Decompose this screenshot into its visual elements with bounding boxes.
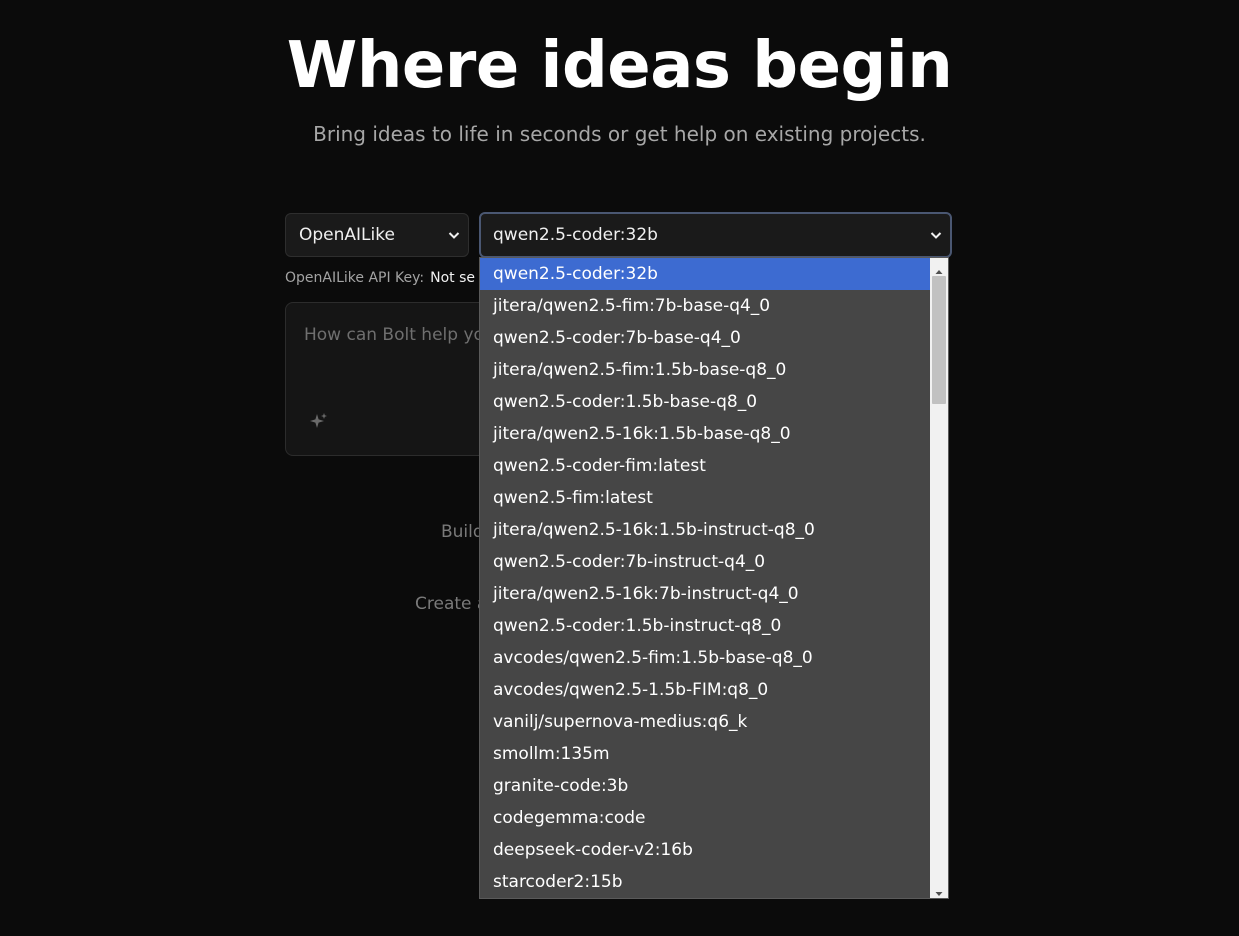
chevron-down-icon <box>930 214 942 256</box>
dropdown-option[interactable]: qwen2.5-coder:7b-instruct-q4_0 <box>480 546 931 578</box>
dropdown-option[interactable]: qwen2.5-fim:latest <box>480 482 931 514</box>
chevron-down-icon <box>448 214 460 256</box>
scroll-up-arrow-icon[interactable] <box>934 262 944 274</box>
dropdown-option[interactable]: jitera/qwen2.5-fim:7b-base-q4_0 <box>480 290 931 322</box>
dropdown-options: qwen2.5-coder:32b jitera/qwen2.5-fim:7b-b… <box>480 258 931 898</box>
background-text-create: Create a <box>415 594 488 614</box>
model-dropdown-list[interactable]: qwen2.5-coder:32b jitera/qwen2.5-fim:7b-b… <box>479 257 949 899</box>
dropdown-option[interactable]: avcodes/qwen2.5-1.5b-FIM:q8_0 <box>480 674 931 706</box>
api-key-label: OpenAILike API Key: <box>285 270 425 286</box>
prompt-placeholder: How can Bolt help you <box>304 325 495 345</box>
scroll-down-arrow-icon[interactable] <box>934 884 944 896</box>
scrollbar[interactable] <box>930 258 948 898</box>
provider-select-value: OpenAILike <box>299 225 395 245</box>
dropdown-option[interactable]: jitera/qwen2.5-16k:7b-instruct-q4_0 <box>480 578 931 610</box>
dropdown-option[interactable]: avcodes/qwen2.5-fim:1.5b-base-q8_0 <box>480 642 931 674</box>
provider-select[interactable]: OpenAILike <box>285 213 469 257</box>
hero-title: Where ideas begin <box>286 29 953 103</box>
dropdown-option[interactable]: qwen2.5-coder:1.5b-instruct-q8_0 <box>480 610 931 642</box>
dropdown-option[interactable]: granite-code:3b <box>480 770 931 802</box>
api-key-value[interactable]: Not se <box>430 270 475 286</box>
model-select-value: qwen2.5-coder:32b <box>493 225 658 245</box>
dropdown-option[interactable]: jitera/qwen2.5-16k:1.5b-instruct-q8_0 <box>480 514 931 546</box>
dropdown-option[interactable]: smollm:135m <box>480 738 931 770</box>
model-select[interactable]: qwen2.5-coder:32b <box>479 212 952 258</box>
api-key-row: OpenAILike API Key: Not se <box>285 268 475 288</box>
dropdown-option[interactable]: qwen2.5-coder:7b-base-q4_0 <box>480 322 931 354</box>
dropdown-option[interactable]: qwen2.5-coder:1.5b-base-q8_0 <box>480 386 931 418</box>
dropdown-option[interactable]: codegemma:code <box>480 802 931 834</box>
sparkle-icon[interactable] <box>308 411 330 433</box>
dropdown-option[interactable]: qwen2.5-coder:32b <box>480 258 931 290</box>
dropdown-option[interactable]: deepseek-coder-v2:16b <box>480 834 931 866</box>
dropdown-option[interactable]: qwen2.5-coder-fim:latest <box>480 450 931 482</box>
dropdown-option[interactable]: vanilj/supernova-medius:q6_k <box>480 706 931 738</box>
scrollbar-thumb[interactable] <box>932 276 946 404</box>
dropdown-option[interactable]: jitera/qwen2.5-16k:1.5b-base-q8_0 <box>480 418 931 450</box>
dropdown-option[interactable]: starcoder2:15b <box>480 866 931 898</box>
hero-subtitle: Bring ideas to life in seconds or get he… <box>313 122 926 146</box>
background-text-build: Build <box>441 522 484 542</box>
page: Where ideas begin Bring ideas to life in… <box>0 0 1239 936</box>
dropdown-option[interactable]: jitera/qwen2.5-fim:1.5b-base-q8_0 <box>480 354 931 386</box>
